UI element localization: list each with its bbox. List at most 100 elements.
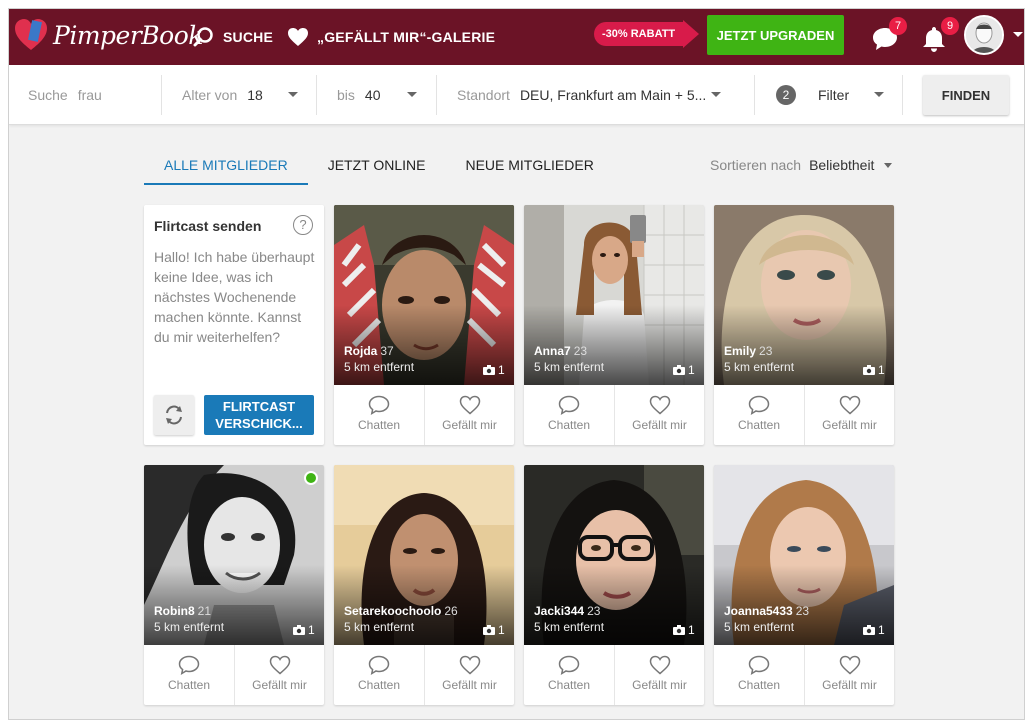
card-actions: Chatten Gefällt mir	[524, 645, 704, 705]
search-query-value: frau	[77, 87, 102, 103]
divider	[316, 75, 317, 115]
sort-select[interactable]: Sortieren nach Beliebtheit	[710, 157, 893, 173]
member-card[interactable]: Emily 23 5 km entfernt 1 Chatten Gefällt …	[714, 205, 894, 445]
member-card[interactable]: Joanna5433 23 5 km entfernt 1 Chatten Gef…	[714, 465, 894, 705]
chat-label: Chatten	[357, 418, 401, 432]
chevron-down-icon[interactable]	[711, 92, 721, 97]
tab-all-members[interactable]: ALLE MITGLIEDER	[144, 149, 308, 185]
nav-like-gallery-link[interactable]: „GEFÄLLT MIR“-GALERIE	[287, 9, 495, 65]
camera-icon	[673, 365, 685, 375]
notifications-button[interactable]: 9	[919, 17, 959, 55]
chat-button[interactable]: Chatten	[334, 385, 424, 445]
member-username: Robin8	[154, 604, 195, 618]
age-from-select[interactable]: Alter von 18	[182, 65, 263, 125]
member-username: Rojda	[344, 344, 378, 358]
sort-value: Beliebtheit	[809, 157, 875, 173]
member-name: Setarekoochoolo 26	[344, 604, 458, 618]
discount-promo[interactable]: -30% RABATT	[594, 20, 700, 48]
member-name: Joanna5433 23	[724, 604, 809, 618]
tab-online-now[interactable]: JETZT ONLINE	[308, 149, 446, 185]
tab-new-members[interactable]: NEUE MITGLIEDER	[445, 149, 613, 185]
heart-outline-icon	[459, 395, 480, 415]
chat-bubble-icon	[178, 655, 200, 675]
filter-select[interactable]: 2 Filter	[776, 65, 849, 125]
nav-search-label: SUCHE	[223, 29, 274, 45]
chat-button[interactable]: Chatten	[524, 645, 614, 705]
heart-outline-icon	[269, 655, 290, 675]
member-card[interactable]: Jacki344 23 5 km entfernt 1 Chatten Gefäl…	[524, 465, 704, 705]
member-photo[interactable]: Robin8 21 5 km entfernt 1	[144, 465, 324, 645]
photo-count-value: 1	[878, 363, 885, 377]
chat-bubble-icon	[748, 395, 770, 415]
member-card[interactable]: Setarekoochoolo 26 5 km entfernt 1 Chatte…	[334, 465, 514, 705]
chat-label: Chatten	[737, 418, 781, 432]
age-to-select[interactable]: bis 40	[337, 65, 380, 125]
member-distance: 5 km entfernt	[534, 620, 605, 634]
member-name: Rojda 37	[344, 344, 394, 358]
like-button[interactable]: Gefällt mir	[424, 645, 514, 705]
search-query-label: Suche	[28, 87, 68, 103]
member-photo[interactable]: Jacki344 23 5 km entfernt 1	[524, 465, 704, 645]
like-button[interactable]: Gefällt mir	[424, 385, 514, 445]
chat-button[interactable]: Chatten	[524, 385, 614, 445]
like-button[interactable]: Gefällt mir	[804, 645, 894, 705]
member-username: Joanna5433	[724, 604, 793, 618]
chevron-down-icon[interactable]	[288, 92, 298, 97]
member-card[interactable]: Anna7 23 5 km entfernt 1 Chatten Gefällt …	[524, 205, 704, 445]
age-to-label: bis	[337, 87, 355, 103]
nav-search-link[interactable]: SUCHE	[193, 9, 273, 65]
divider	[436, 75, 437, 115]
chat-label: Chatten	[357, 678, 401, 692]
send-flirtcast-button[interactable]: FLIRTCAST VERSCHICK...	[204, 395, 314, 435]
messages-button[interactable]: 7	[869, 17, 907, 55]
refresh-icon	[166, 405, 182, 425]
chevron-down-icon[interactable]	[1013, 32, 1023, 37]
chat-label: Chatten	[737, 678, 781, 692]
chat-button[interactable]: Chatten	[714, 645, 804, 705]
chat-label: Chatten	[547, 678, 591, 692]
member-photo[interactable]: Anna7 23 5 km entfernt 1	[524, 205, 704, 385]
logo[interactable]: PimperBook	[13, 17, 203, 53]
member-photo[interactable]: Rojda 37 5 km entfernt 1	[334, 205, 514, 385]
like-button[interactable]: Gefällt mir	[804, 385, 894, 445]
member-photo[interactable]: Emily 23 5 km entfernt 1	[714, 205, 894, 385]
like-button[interactable]: Gefällt mir	[234, 645, 324, 705]
nav-gallery-label: „GEFÄLLT MIR“-GALERIE	[317, 29, 496, 45]
upgrade-button[interactable]: JETZT UPGRADEN	[707, 15, 844, 55]
card-actions: Chatten Gefällt mir	[144, 645, 324, 705]
member-name: Emily 23	[724, 344, 772, 358]
refresh-message-button[interactable]	[154, 395, 194, 435]
flirtcast-card: Flirtcast senden ? Hallo! Ich habe überh…	[144, 205, 324, 445]
find-button[interactable]: FINDEN	[923, 75, 1009, 115]
member-photo[interactable]: Joanna5433 23 5 km entfernt 1	[714, 465, 894, 645]
search-query-field[interactable]: Suche frau	[28, 65, 102, 125]
chat-bubble-icon	[558, 395, 580, 415]
member-username: Emily	[724, 344, 757, 358]
camera-icon	[863, 625, 875, 635]
user-avatar[interactable]	[964, 15, 1004, 55]
chevron-down-icon[interactable]	[874, 92, 884, 97]
filter-count-badge: 2	[776, 85, 796, 105]
flirtcast-message: Hallo! Ich habe überhaupt keine Idee, wa…	[154, 249, 315, 345]
member-card[interactable]: Robin8 21 5 km entfernt 1 Chatten Gefällt…	[144, 465, 324, 705]
chat-button[interactable]: Chatten	[144, 645, 234, 705]
chat-bubble-icon	[558, 655, 580, 675]
member-age: 23	[573, 344, 588, 358]
like-label: Gefällt mir	[442, 418, 497, 432]
chevron-down-icon[interactable]	[407, 92, 417, 97]
card-actions: Chatten Gefällt mir	[524, 385, 704, 445]
age-from-value: 18	[247, 87, 263, 103]
chat-label: Chatten	[547, 418, 591, 432]
chat-button[interactable]: Chatten	[334, 645, 424, 705]
photo-count-value: 1	[498, 623, 505, 637]
photo-count: 1	[673, 623, 695, 637]
like-button[interactable]: Gefällt mir	[614, 385, 704, 445]
like-button[interactable]: Gefällt mir	[614, 645, 704, 705]
location-select[interactable]: Standort DEU, Frankfurt am Main + 5...	[457, 65, 706, 125]
help-icon[interactable]: ?	[293, 215, 313, 235]
chat-button[interactable]: Chatten	[714, 385, 804, 445]
member-photo[interactable]: Setarekoochoolo 26 5 km entfernt 1	[334, 465, 514, 645]
heart-logo-icon	[13, 17, 49, 53]
member-card[interactable]: Rojda 37 5 km entfernt 1 Chatten Gefällt …	[334, 205, 514, 445]
member-distance: 5 km entfernt	[724, 360, 795, 374]
